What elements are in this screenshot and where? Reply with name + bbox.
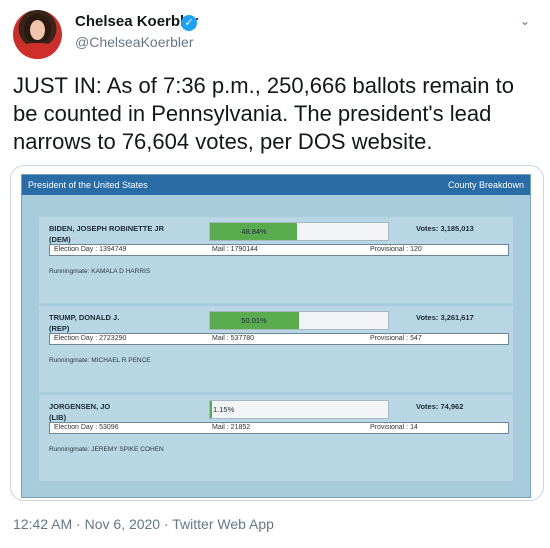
- vote-total: Votes: 3,261,617: [416, 313, 474, 322]
- tweet-media-image[interactable]: President of the United States County Br…: [10, 165, 544, 501]
- avatar[interactable]: [13, 10, 62, 59]
- results-panel: President of the United States County Br…: [21, 174, 531, 498]
- mail-votes: Mail : 1790144: [212, 246, 258, 253]
- runningmate: Runningmate: MICHAEL R PENCE: [49, 357, 151, 364]
- chevron-down-icon[interactable]: ⌄: [518, 14, 532, 28]
- vote-breakdown-row: Election Day : 53096 Mail : 21852 Provis…: [49, 422, 509, 434]
- panel-title: President of the United States: [28, 180, 148, 190]
- runningmate: Runningmate: JEREMY SPIKE COHEN: [49, 446, 164, 453]
- percent-bar: 1.15%: [209, 400, 389, 419]
- vote-total: Votes: 3,185,013: [416, 224, 474, 233]
- vote-breakdown-row: Election Day : 1394749 Mail : 1790144 Pr…: [49, 244, 509, 256]
- percent-label: 48.84%: [241, 227, 267, 236]
- avatar-shirt: [17, 43, 58, 59]
- panel-header: President of the United States County Br…: [22, 175, 530, 195]
- vote-total: Votes: 74,962: [416, 402, 464, 411]
- candidate-party: (LIB): [49, 413, 67, 422]
- provisional-votes: Provisional : 120: [370, 246, 422, 253]
- runningmate: Runningmate: KAMALA D HARRIS: [49, 268, 151, 275]
- tweet-timestamp[interactable]: 12:42 AM · Nov 6, 2020 · Twitter Web App: [13, 516, 274, 532]
- percent-label: 50.01%: [241, 316, 267, 325]
- candidate-name: BIDEN, JOSEPH ROBINETTE JR: [49, 224, 165, 233]
- author-name[interactable]: Chelsea Koerbler: [75, 13, 198, 30]
- candidate-card: BIDEN, JOSEPH ROBINETTE JR (DEM) 48.84% …: [39, 217, 513, 303]
- election-day-votes: Election Day : 1394749: [54, 246, 127, 253]
- mail-votes: Mail : 21852: [212, 424, 251, 431]
- candidate-name: JORGENSEN, JO: [49, 402, 111, 411]
- county-breakdown-link: County Breakdown: [447, 180, 524, 190]
- tweet-header: Chelsea Koerbler ✓ @ChelseaKoerbler ⌄: [13, 10, 538, 60]
- percent-bar: 50.01%: [209, 311, 389, 330]
- candidate-card: TRUMP, DONALD J. (REP) 50.01% Votes: 3,2…: [39, 306, 513, 392]
- author-handle[interactable]: @ChelseaKoerbler: [75, 34, 194, 50]
- percent-label: 1.15%: [213, 405, 235, 414]
- candidate-party: (DEM): [49, 235, 71, 244]
- tweet-text: JUST IN: As of 7:36 p.m., 250,666 ballot…: [13, 73, 514, 154]
- election-day-votes: Election Day : 53096: [54, 424, 119, 431]
- candidate-name: TRUMP, DONALD J.: [49, 313, 120, 322]
- provisional-votes: Provisional : 547: [370, 335, 422, 342]
- vote-breakdown-row: Election Day : 2723290 Mail : 537780 Pro…: [49, 333, 509, 345]
- mail-votes: Mail : 537780: [212, 335, 255, 342]
- election-day-votes: Election Day : 2723290: [54, 335, 127, 342]
- candidate-party: (REP): [49, 324, 70, 333]
- candidate-card: JORGENSEN, JO (LIB) 1.15% Votes: 74,962 …: [39, 395, 513, 481]
- provisional-votes: Provisional : 14: [370, 424, 418, 431]
- percent-bar: 48.84%: [209, 222, 389, 241]
- avatar-face: [30, 20, 45, 40]
- verified-icon: ✓: [181, 15, 197, 31]
